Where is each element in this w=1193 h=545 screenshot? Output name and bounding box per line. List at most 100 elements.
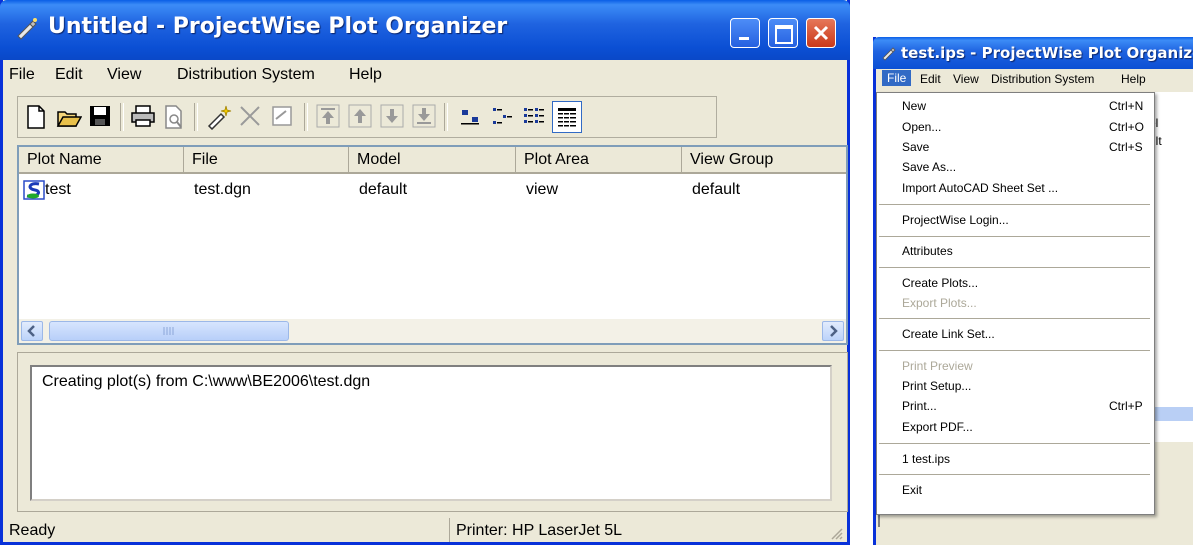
print-button[interactable]: [128, 101, 158, 133]
small-icons-button[interactable]: [488, 101, 518, 133]
scroll-left-button[interactable]: [21, 321, 43, 341]
resize-grip-icon[interactable]: [829, 526, 843, 540]
list-button[interactable]: [520, 101, 550, 133]
menu-item-new[interactable]: New: [902, 99, 926, 113]
delete-button[interactable]: [236, 101, 266, 133]
move-down-button[interactable]: [378, 101, 408, 133]
menu-item-print-preview: Print Preview: [902, 359, 973, 373]
new-button[interactable]: [22, 101, 52, 133]
app-icon: [882, 47, 896, 61]
menu-separator: [879, 267, 1150, 268]
details-button[interactable]: [552, 101, 582, 133]
move-down-icon: [380, 104, 404, 128]
title-bar-2[interactable]: test.ips - ProjectWise Plot Organizer: [873, 37, 1193, 69]
scroll-right-button[interactable]: [822, 321, 844, 341]
message-panel: Creating plot(s) from C:\www\BE2006\test…: [17, 352, 848, 512]
status-bar: Ready Printer: HP LaserJet 5L: [3, 518, 847, 542]
column-header-plot-area[interactable]: Plot Area: [516, 147, 682, 174]
menu-view-2[interactable]: View: [953, 72, 979, 86]
table-row[interactable]: test test.dgn default view default: [19, 179, 846, 203]
message-box[interactable]: Creating plot(s) from C:\www\BE2006\test…: [30, 365, 832, 501]
menu-file[interactable]: File: [9, 66, 35, 84]
menu-item-create-plots[interactable]: Create Plots...: [902, 276, 978, 290]
cell-plot-area: view: [526, 181, 559, 198]
menu-help-2[interactable]: Help: [1121, 72, 1146, 86]
wand-button[interactable]: [204, 101, 234, 133]
toolbar-separator: [444, 103, 448, 131]
menu-edit[interactable]: Edit: [55, 66, 83, 84]
scroll-thumb[interactable]: [49, 321, 289, 341]
save-icon: [90, 106, 110, 126]
open-button[interactable]: [54, 101, 84, 133]
status-text: Ready: [9, 522, 56, 539]
print-preview-button[interactable]: [160, 101, 190, 133]
print-preview-icon: [165, 105, 182, 129]
menu-file-2[interactable]: File: [882, 70, 912, 86]
menu-separator: [879, 318, 1150, 319]
column-header-model[interactable]: Model: [349, 147, 516, 174]
menu-separator: [879, 204, 1150, 205]
menu-item-recent-file[interactable]: 1 test.ips: [902, 452, 950, 466]
new-icon: [27, 105, 45, 129]
status-printer: Printer: HP LaserJet 5L: [449, 518, 827, 542]
move-top-icon: [316, 104, 340, 128]
properties-button[interactable]: [268, 101, 298, 133]
open-icon: [56, 111, 82, 127]
move-bottom-icon: [412, 104, 436, 128]
menu-item-print[interactable]: Print...: [902, 399, 937, 413]
move-up-button[interactable]: [346, 101, 376, 133]
shortcut-new: Ctrl+N: [1109, 99, 1144, 113]
menu-bar-2: File Edit View Distribution System Help: [876, 69, 1193, 89]
menu-separator: [879, 474, 1150, 475]
minimize-button[interactable]: [730, 18, 760, 48]
move-up-icon: [348, 104, 372, 128]
wand-icon: [207, 105, 232, 130]
menu-item-save-as[interactable]: Save As...: [902, 160, 956, 174]
move-bottom-button[interactable]: [410, 101, 440, 133]
maximize-button[interactable]: [768, 18, 798, 48]
save-button[interactable]: [86, 101, 116, 133]
details-icon: [558, 108, 576, 127]
app-icon: [17, 18, 37, 40]
menu-item-print-setup[interactable]: Print Setup...: [902, 379, 971, 393]
menu-item-save[interactable]: Save: [902, 140, 929, 154]
menu-item-export-pdf[interactable]: Export PDF...: [902, 420, 973, 434]
chevron-right-icon: [830, 325, 838, 337]
title-bar[interactable]: Untitled - ProjectWise Plot Organizer: [0, 0, 850, 60]
cell-plot-name: test: [45, 181, 71, 198]
horizontal-scrollbar[interactable]: [19, 319, 846, 343]
shortcut-print: Ctrl+P: [1109, 399, 1143, 413]
menu-distribution-system[interactable]: Distribution System: [177, 66, 315, 84]
menu-separator: [879, 350, 1150, 351]
column-header-file[interactable]: File: [184, 147, 349, 174]
menu-item-attributes[interactable]: Attributes: [902, 244, 953, 258]
menu-item-projectwise-login[interactable]: ProjectWise Login...: [902, 213, 1009, 227]
menu-view[interactable]: View: [107, 66, 141, 84]
close-button[interactable]: [806, 18, 836, 48]
list-icon: [524, 108, 544, 123]
small-icons-icon: [493, 108, 512, 124]
move-top-button[interactable]: [314, 101, 344, 133]
close-icon: [813, 25, 829, 41]
menu-help[interactable]: Help: [349, 66, 382, 84]
toolbar-separator: [120, 103, 124, 131]
menu-item-import-autocad[interactable]: Import AutoCAD Sheet Set ...: [902, 181, 1058, 195]
column-header-view-group[interactable]: View Group: [682, 147, 846, 174]
properties-icon: [272, 106, 292, 126]
menu-item-open[interactable]: Open...: [902, 120, 941, 134]
menu-edit-2[interactable]: Edit: [920, 72, 941, 86]
menu-item-create-link-set[interactable]: Create Link Set...: [902, 327, 995, 341]
large-icons-button[interactable]: [456, 101, 486, 133]
cell-model: default: [359, 181, 408, 198]
shortcut-save: Ctrl+S: [1109, 140, 1143, 154]
menu-item-exit[interactable]: Exit: [902, 483, 922, 497]
column-header-plot-name[interactable]: Plot Name: [19, 147, 184, 174]
menu-distribution-system-2[interactable]: Distribution System: [991, 72, 1094, 86]
column-headers: Plot Name File Model Plot Area View Grou…: [19, 147, 846, 175]
large-icons-icon: [461, 110, 479, 125]
window-title: Untitled - ProjectWise Plot Organizer: [48, 14, 508, 39]
print-icon: [131, 105, 155, 127]
toolbar-separator: [194, 103, 198, 131]
message-text: Creating plot(s) from C:\www\BE2006\test…: [42, 373, 371, 390]
toolbar: [17, 96, 717, 138]
